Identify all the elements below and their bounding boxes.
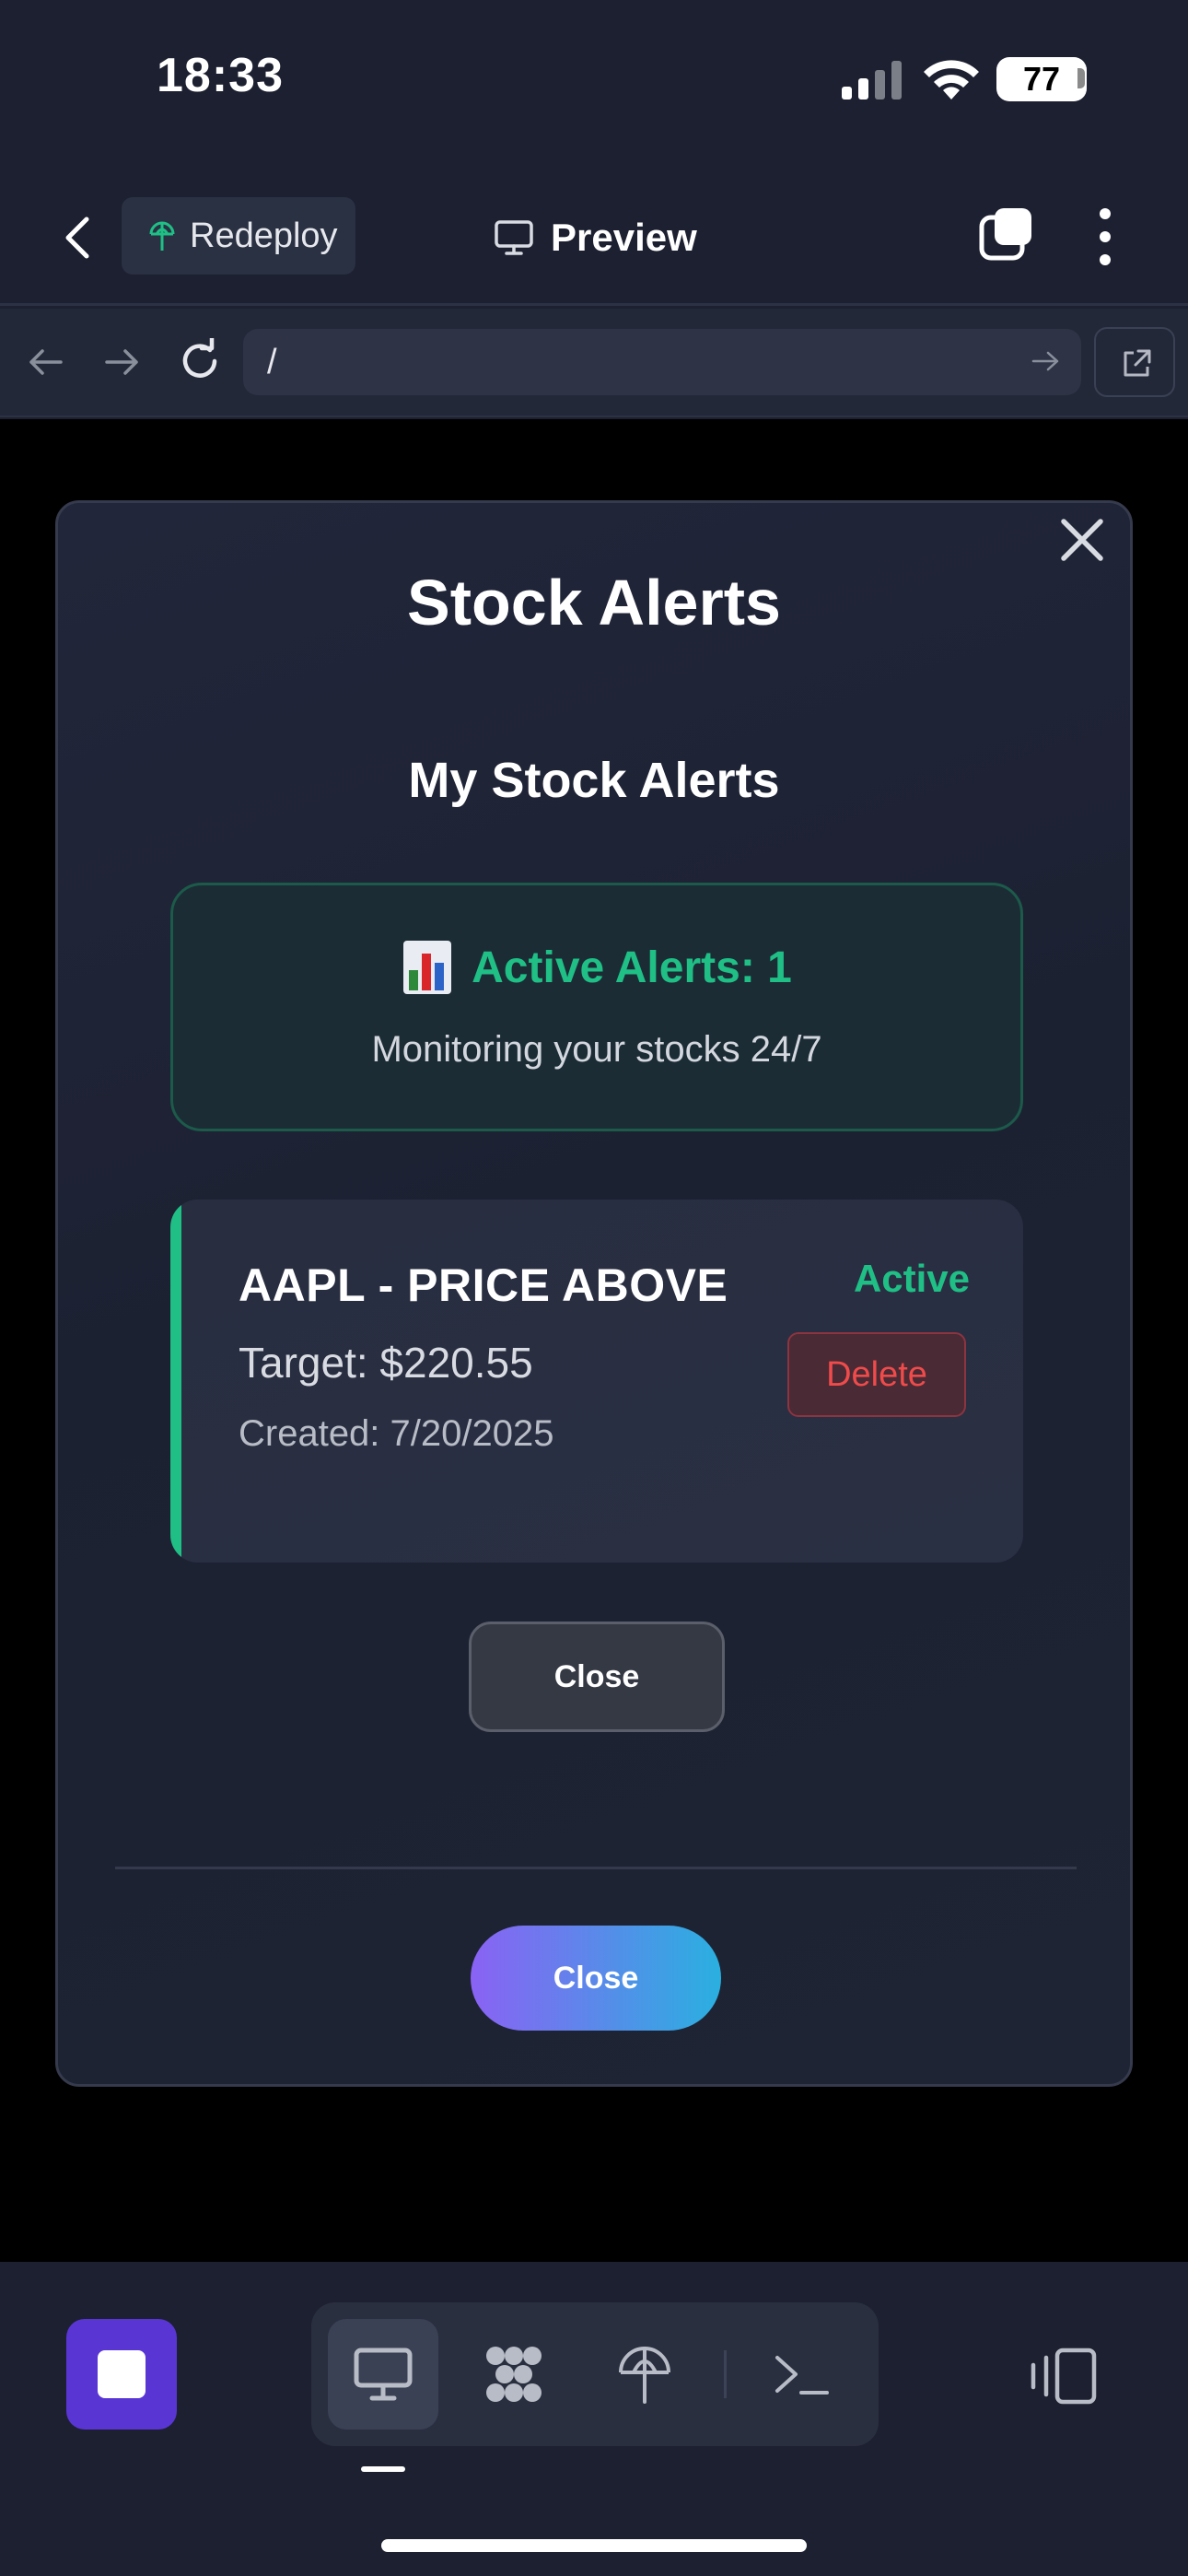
wifi-icon [924,60,979,100]
close-list-button[interactable]: Close [469,1622,725,1732]
globe-antenna-icon [149,221,175,251]
arrow-right-icon[interactable] [101,342,142,382]
signal-icon [842,61,902,100]
stop-button[interactable] [66,2319,177,2430]
reload-icon[interactable] [177,338,223,384]
nodes-icon [486,2347,542,2402]
app-header: Redeploy Preview [0,166,1188,306]
tool-switcher [311,2302,879,2446]
browser-toolbar: / [0,309,1188,417]
status-bar: 18:33 77 [0,0,1188,166]
tool-separator [724,2350,727,2398]
status-time: 18:33 [157,49,284,102]
home-indicator[interactable] [381,2539,807,2552]
monitor-icon [495,220,533,255]
bottom-toolbar [0,2262,1188,2576]
section-title: My Stock Alerts [408,753,780,808]
active-tool-indicator [361,2466,405,2472]
alert-accent-bar [170,1200,181,1563]
preview-viewport: Stock Alerts My Stock Alerts Active Aler… [0,419,1188,2262]
tool-preview-button[interactable] [328,2319,438,2430]
alert-created-date: Created: 7/20/2025 [239,1413,554,1454]
battery-tip [1077,68,1085,88]
external-link-icon [1124,349,1151,377]
tool-extensions-button[interactable] [459,2319,569,2430]
page-title: Preview [494,208,697,267]
preview-label: Preview [551,216,697,259]
monitor-icon [354,2348,413,2401]
tabs-icon[interactable] [978,206,1035,263]
arrow-right-icon[interactable] [1030,345,1061,377]
app-screen: 18:33 77 Redeploy Preview / Stock Alerts… [0,0,1188,2576]
globe-antenna-icon [619,2347,670,2404]
alert-target: Target: $220.55 [239,1339,533,1387]
summary-subtitle: Monitoring your stocks 24/7 [371,1029,822,1070]
summary-header: Active Alerts: 1 [173,939,1020,996]
terminal-icon [775,2356,829,2395]
chevron-left-icon[interactable] [55,210,101,265]
close-modal-button[interactable]: Close [471,1926,721,2031]
bar-chart-icon [403,941,452,994]
active-alerts-count: Active Alerts: 1 [472,943,792,992]
tool-deploy-button[interactable] [589,2319,700,2430]
url-input[interactable]: / [243,329,1081,395]
alert-card: AAPL - PRICE ABOVE Target: $220.55 Creat… [170,1200,1023,1563]
layout-panels-icon[interactable] [1026,2347,1100,2406]
more-vertical-icon[interactable] [1092,206,1118,267]
arrow-left-icon[interactable] [26,342,66,382]
active-alerts-summary: Active Alerts: 1 Monitoring your stocks … [170,883,1023,1131]
alert-heading: AAPL - PRICE ABOVE [239,1259,728,1311]
redeploy-label: Redeploy [190,216,338,255]
modal-divider [115,1867,1077,1869]
battery-indicator: 77 [996,57,1087,101]
redeploy-button[interactable]: Redeploy [122,197,355,275]
stock-alerts-modal: Stock Alerts My Stock Alerts Active Aler… [55,500,1133,2087]
modal-title: Stock Alerts [407,567,781,638]
tool-terminal-button[interactable] [746,2319,856,2430]
open-external-button[interactable] [1094,327,1175,397]
delete-alert-button[interactable]: Delete [787,1332,966,1417]
alert-status-badge: Active [853,1257,970,1300]
stop-icon [98,2350,146,2398]
close-icon[interactable] [1054,512,1110,568]
